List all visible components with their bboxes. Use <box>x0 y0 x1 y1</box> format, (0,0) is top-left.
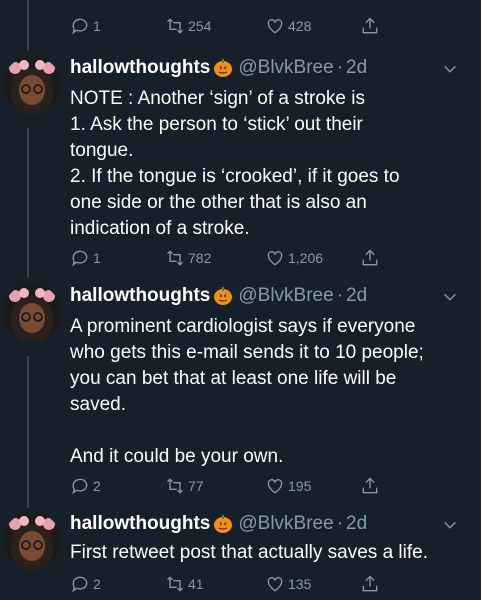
share-button[interactable] <box>360 574 380 594</box>
avatar-image <box>3 512 61 570</box>
reply-icon <box>72 18 88 35</box>
like-count: 1,206 <box>288 250 324 266</box>
user-handle[interactable]: @BlvkBree <box>238 285 333 307</box>
retweet-icon <box>167 576 183 592</box>
reply-button[interactable]: 1 <box>70 16 165 36</box>
share-button[interactable] <box>360 248 380 268</box>
like-count: 135 <box>288 576 312 592</box>
share-icon <box>362 477 378 494</box>
tweet-actions: 1 254 428 <box>70 14 471 38</box>
display-name[interactable]: hallowthoughts <box>70 285 210 307</box>
retweet-count: 782 <box>188 250 212 266</box>
chevron-down-icon[interactable] <box>441 288 459 306</box>
pumpkin-icon <box>214 515 233 533</box>
retweet-button[interactable]: 782 <box>165 248 265 268</box>
share-button[interactable] <box>360 16 380 36</box>
display-name[interactable]: hallowthoughts <box>70 57 210 79</box>
avatar[interactable] <box>3 284 61 342</box>
avatar[interactable] <box>3 512 61 570</box>
text-line: you can bet that at least one life will … <box>70 368 397 389</box>
retweet-count: 254 <box>188 18 212 34</box>
like-count: 428 <box>288 18 312 34</box>
heart-icon <box>267 479 283 494</box>
reply-button[interactable]: 1 <box>70 248 165 268</box>
retweet-count: 41 <box>188 576 204 592</box>
reply-count: 1 <box>93 18 101 34</box>
timestamp[interactable]: 2d <box>346 513 367 535</box>
tweet-actions: 2 41 135 <box>70 572 471 596</box>
tweet[interactable]: hallowthoughts @BlvkBree · 2d First retw… <box>0 512 481 572</box>
tweet-header: hallowthoughts @BlvkBree · 2d <box>70 512 471 536</box>
avatar[interactable] <box>3 56 61 114</box>
reply-icon <box>72 576 88 593</box>
text-line: NOTE : Another ‘sign’ of a stroke is <box>70 88 365 109</box>
share-icon <box>362 575 378 592</box>
retweet-count: 77 <box>188 478 204 494</box>
text-line: one side or the other that is also an <box>70 192 367 213</box>
text-line: First retweet post that actually saves a… <box>70 542 428 563</box>
share-icon <box>362 17 378 34</box>
tweet-text: NOTE : Another ‘sign’ of a stroke is 1. … <box>70 86 465 242</box>
retweet-icon <box>167 250 183 266</box>
chevron-down-icon[interactable] <box>441 516 459 534</box>
avatar-image <box>3 56 61 114</box>
tweet-header: hallowthoughts @BlvkBree · 2d <box>70 284 471 308</box>
reply-icon <box>72 478 88 495</box>
tweet-text: A prominent cardiologist says if everyon… <box>70 314 465 470</box>
text-line: tongue. <box>70 140 134 161</box>
text-line: indication of a stroke. <box>70 218 250 239</box>
text-line: 2. If the tongue is ‘crooked’, if it goe… <box>70 166 400 187</box>
retweet-button[interactable]: 77 <box>165 476 265 496</box>
pumpkin-icon <box>214 287 233 305</box>
like-button[interactable]: 428 <box>265 16 360 36</box>
reply-count: 2 <box>93 478 101 494</box>
text-line: who gets this e-mail sends it to 10 peop… <box>70 342 424 363</box>
heart-icon <box>267 19 283 34</box>
text-line: And it could be your own. <box>70 446 284 467</box>
separator-dot: · <box>336 513 344 534</box>
like-button[interactable]: 1,206 <box>265 248 360 268</box>
heart-icon <box>267 251 283 266</box>
reply-button[interactable]: 2 <box>70 574 165 594</box>
pumpkin-icon <box>214 59 233 77</box>
retweet-icon <box>167 18 183 34</box>
like-button[interactable]: 135 <box>265 574 360 594</box>
tweet-actions: 2 77 195 <box>70 474 471 498</box>
like-count: 195 <box>288 478 312 494</box>
separator-dot: · <box>336 285 344 306</box>
like-button[interactable]: 195 <box>265 476 360 496</box>
retweet-button[interactable]: 254 <box>165 16 265 36</box>
tweet-actions: 1 782 1,206 <box>70 246 471 270</box>
retweet-icon <box>167 478 183 494</box>
timestamp[interactable]: 2d <box>346 57 367 79</box>
reply-icon <box>72 250 88 267</box>
share-icon <box>362 249 378 266</box>
tweet[interactable]: hallowthoughts @BlvkBree · 2d NOTE : Ano… <box>0 56 481 272</box>
user-handle[interactable]: @BlvkBree <box>238 513 333 535</box>
tweet-text: First retweet post that actually saves a… <box>70 540 465 566</box>
reply-button[interactable]: 2 <box>70 476 165 496</box>
display-name[interactable]: hallowthoughts <box>70 513 210 535</box>
separator-dot: · <box>336 57 344 78</box>
text-line: saved. <box>70 394 126 415</box>
reply-count: 1 <box>93 250 101 266</box>
reply-count: 2 <box>93 576 101 592</box>
text-line: 1. Ask the person to ‘stick’ out their <box>70 114 363 135</box>
retweet-button[interactable]: 41 <box>165 574 265 594</box>
share-button[interactable] <box>360 476 380 496</box>
thread-line <box>27 0 29 50</box>
user-handle[interactable]: @BlvkBree <box>238 57 333 79</box>
heart-icon <box>267 577 283 592</box>
tweet-header: hallowthoughts @BlvkBree · 2d <box>70 56 471 80</box>
text-line: A prominent cardiologist says if everyon… <box>70 316 416 337</box>
chevron-down-icon[interactable] <box>441 60 459 78</box>
tweet[interactable]: hallowthoughts @BlvkBree · 2d A prominen… <box>0 284 481 484</box>
avatar-image <box>3 284 61 342</box>
timestamp[interactable]: 2d <box>346 285 367 307</box>
